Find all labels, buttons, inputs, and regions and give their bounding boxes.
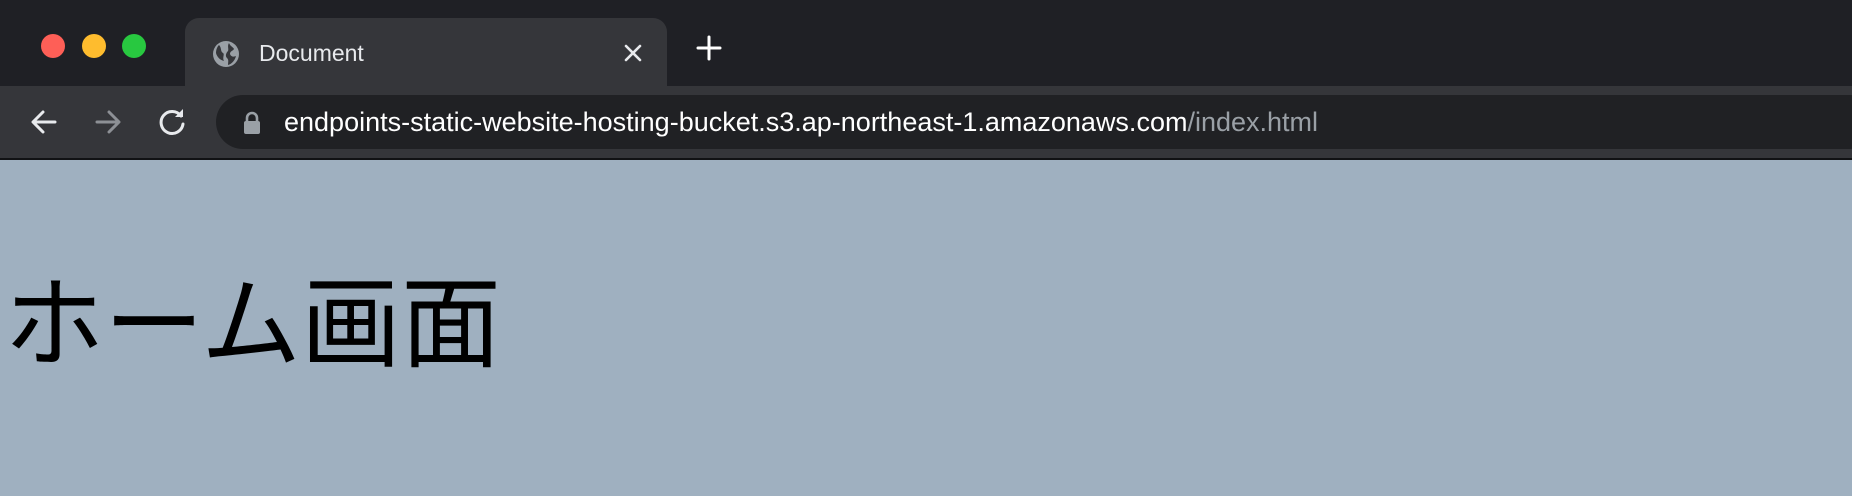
browser-toolbar: endpoints-static-website-hosting-bucket.… [0, 86, 1852, 158]
browser-window: Document endpoints-static-website-hostin… [0, 0, 1852, 496]
close-icon[interactable] [621, 41, 645, 65]
tab-strip: Document [0, 0, 1852, 86]
arrow-right-icon[interactable] [91, 105, 125, 139]
arrow-left-icon[interactable] [27, 105, 61, 139]
page-content: ホーム画面 [0, 160, 1852, 496]
page-heading: ホーム画面 [4, 266, 501, 383]
url-host: endpoints-static-website-hosting-bucket.… [284, 107, 1188, 137]
tab-document[interactable]: Document [185, 18, 667, 86]
lock-icon[interactable] [242, 111, 262, 135]
reload-icon[interactable] [155, 105, 189, 139]
plus-icon[interactable] [695, 34, 723, 62]
url-text[interactable]: endpoints-static-website-hosting-bucket.… [284, 107, 1318, 137]
globe-icon [213, 41, 239, 67]
address-bar[interactable]: endpoints-static-website-hosting-bucket.… [216, 95, 1852, 149]
url-path: /index.html [1187, 107, 1319, 137]
tab-title: Document [259, 40, 364, 66]
zoom-window-button[interactable] [122, 34, 146, 58]
close-window-button[interactable] [41, 34, 65, 58]
minimize-window-button[interactable] [82, 34, 106, 58]
